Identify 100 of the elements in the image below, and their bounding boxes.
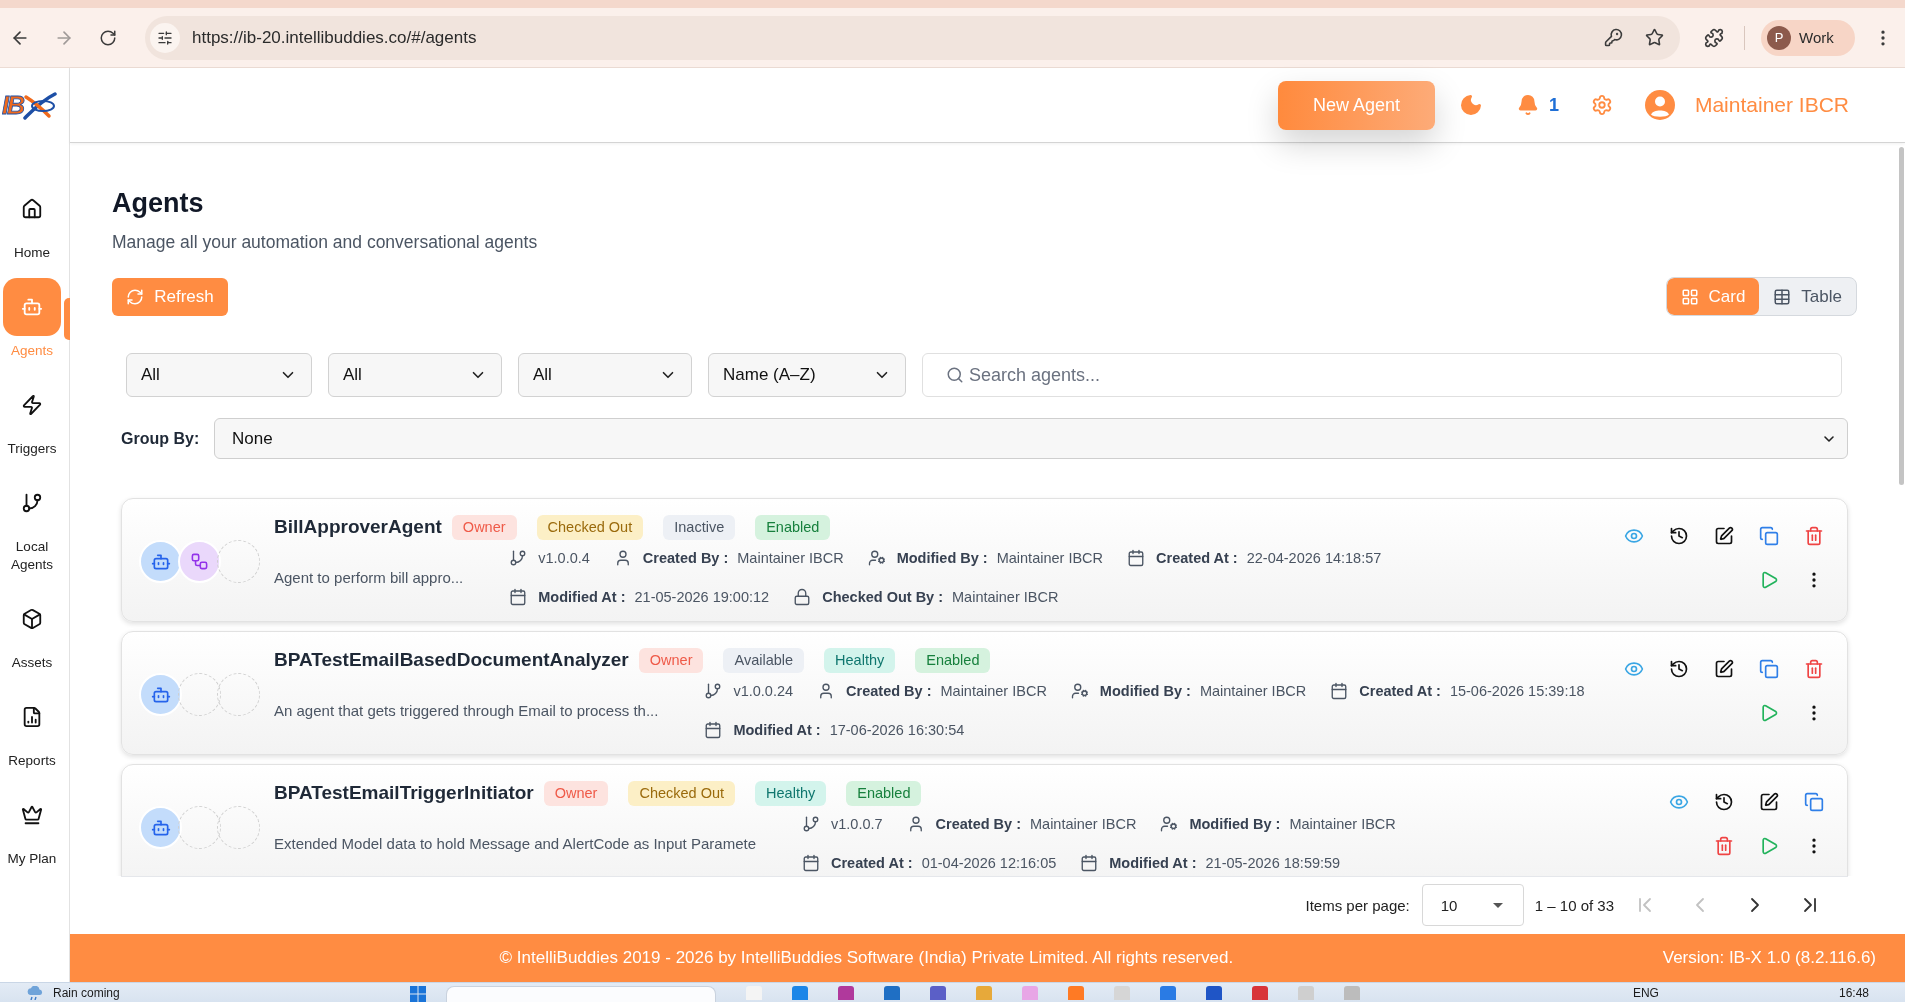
address-bar[interactable]: https://ib-20.intellibuddies.co/#/agents	[145, 15, 1680, 60]
lightning-icon	[20, 393, 44, 417]
copy-icon[interactable]	[1758, 659, 1779, 679]
table-icon	[1773, 287, 1792, 306]
eye-icon[interactable]	[1623, 659, 1644, 679]
taskbar-app-icon[interactable]	[1205, 986, 1222, 1000]
taskbar-app-icon[interactable]	[1251, 986, 1268, 1000]
edit-icon[interactable]	[1713, 526, 1734, 546]
clock-text[interactable]: 16:48	[1838, 986, 1869, 1000]
status-badge: Owner	[543, 780, 609, 806]
field-label: Checked Out By :	[822, 589, 944, 605]
profile-chip[interactable]: P Work	[1761, 19, 1855, 56]
taskbar-app-icon[interactable]	[1159, 986, 1176, 1000]
user-gear-icon	[1160, 815, 1179, 833]
lock-icon	[793, 588, 812, 606]
status-badge: Enabled	[846, 780, 922, 806]
version-text: v1.0.0.7	[831, 816, 883, 832]
extensions-icon[interactable]	[1704, 27, 1724, 48]
language-text[interactable]: ENG	[1632, 986, 1659, 1000]
nav-item[interactable]: Home	[0, 180, 64, 262]
filter-dropdown[interactable]: All	[328, 353, 502, 397]
field-label: Modified By :	[896, 550, 988, 566]
weather-text[interactable]: Rain coming	[53, 986, 120, 1000]
copyright-text: © IntelliBuddies 2019 - 2026 by IntelliBuddies Software (India) Private Limited. All rights reserved.	[498, 948, 1235, 968]
taskbar-search-field[interactable]	[445, 986, 716, 1002]
profile-initial: P	[1767, 25, 1791, 50]
copy-icon[interactable]	[1803, 792, 1824, 812]
copy-icon[interactable]	[1758, 526, 1779, 546]
nav-item[interactable]: My Plan	[0, 786, 64, 868]
page-size-dropdown[interactable]: 10	[1421, 884, 1524, 926]
field-value: Maintainer IBCR	[952, 589, 1059, 605]
status-badge: Available	[723, 647, 805, 673]
refresh-icon	[126, 287, 145, 306]
history-icon[interactable]	[1668, 526, 1689, 546]
windows-logo-icon[interactable]	[409, 986, 426, 1002]
nav-item[interactable]: Assets	[0, 590, 64, 672]
history-icon[interactable]	[1668, 659, 1689, 679]
status-badge: Healthy	[824, 647, 896, 673]
view-toggle[interactable]: Table	[1759, 278, 1856, 315]
field-label: Modified At :	[538, 589, 626, 605]
field-label: Created At :	[1359, 683, 1441, 699]
items-per-page-label: Items per page:	[1305, 896, 1410, 914]
trash-icon[interactable]	[1713, 836, 1734, 856]
eye-icon[interactable]	[1623, 526, 1644, 546]
field-value: Maintainer IBCR	[1030, 816, 1137, 832]
moon-icon[interactable]	[1458, 93, 1483, 117]
status-badge: Inactive	[663, 514, 736, 540]
star-icon[interactable]	[1645, 28, 1664, 47]
scrollbar-thumb[interactable]	[1899, 147, 1904, 485]
nav-item[interactable]: Triggers	[0, 376, 64, 458]
field-label: Created By :	[935, 816, 1021, 832]
version-text: v1.0.0.4	[538, 550, 590, 566]
branch-icon	[509, 549, 528, 567]
edit-icon[interactable]	[1758, 792, 1779, 812]
search-icon	[946, 366, 964, 384]
calendar-icon	[509, 588, 528, 606]
trash-icon[interactable]	[1803, 526, 1824, 546]
calendar-icon	[802, 854, 820, 872]
agent-name[interactable]: BPATestEmailTriggerInitiator	[274, 782, 534, 804]
status-badge: Enabled	[755, 514, 831, 540]
taskbar-app-icon[interactable]	[883, 986, 900, 1000]
history-icon[interactable]	[1713, 792, 1734, 812]
site-settings-icon[interactable]	[150, 22, 180, 53]
rain-cloud-icon	[26, 986, 44, 1000]
eye-icon[interactable]	[1668, 792, 1689, 812]
user-gear-icon	[1070, 682, 1089, 700]
trash-icon[interactable]	[1803, 659, 1824, 679]
nav-item[interactable]: Local Agents	[0, 474, 64, 574]
robot-icon	[139, 673, 182, 716]
branch-icon	[20, 491, 44, 515]
agent-name[interactable]: BillApproverAgent	[274, 516, 442, 538]
field-value: Maintainer IBCR	[940, 683, 1047, 699]
taskbar-app-icon[interactable]	[791, 986, 808, 1000]
taskbar-app-icon[interactable]	[837, 986, 854, 1000]
edit-icon[interactable]	[1713, 659, 1734, 679]
cube-icon	[20, 607, 44, 631]
notification-count: 1	[1548, 94, 1559, 116]
robot-icon	[139, 806, 182, 849]
nav-item[interactable]: Reports	[0, 688, 64, 770]
user-avatar-icon[interactable]	[1644, 90, 1675, 120]
caret-icon	[1492, 902, 1503, 908]
field-value: 22-04-2026 14:18:57	[1246, 550, 1382, 566]
user-gear-icon	[867, 549, 886, 567]
filter-dropdown[interactable]: All	[518, 353, 692, 397]
key-icon[interactable]	[1604, 28, 1623, 47]
field-value: Maintainer IBCR	[1199, 683, 1307, 699]
search-field[interactable]: Search agents...	[922, 353, 1842, 397]
filter-dropdown[interactable]: Name (A–Z)	[708, 353, 906, 397]
agent-description: Extended Model data to hold Message and AlertCode as Input Paramete	[274, 835, 756, 852]
reload-icon[interactable]	[99, 28, 117, 47]
settings-icon[interactable]	[1590, 94, 1613, 116]
agent-name[interactable]: BPATestEmailBasedDocumentAnalyzer	[274, 649, 629, 671]
field-label: Modified At :	[1109, 855, 1197, 871]
page-title: Agents	[112, 187, 205, 219]
taskbar-app-icon[interactable]	[929, 986, 946, 1000]
bell-icon[interactable]	[1516, 94, 1539, 116]
group-by-dropdown[interactable]: None	[214, 418, 1848, 459]
filter-dropdown[interactable]: All	[126, 353, 312, 397]
page-subtitle: Manage all your automation and conversational agents	[112, 231, 539, 253]
field-value: 15-06-2026 15:39:18	[1449, 683, 1585, 699]
